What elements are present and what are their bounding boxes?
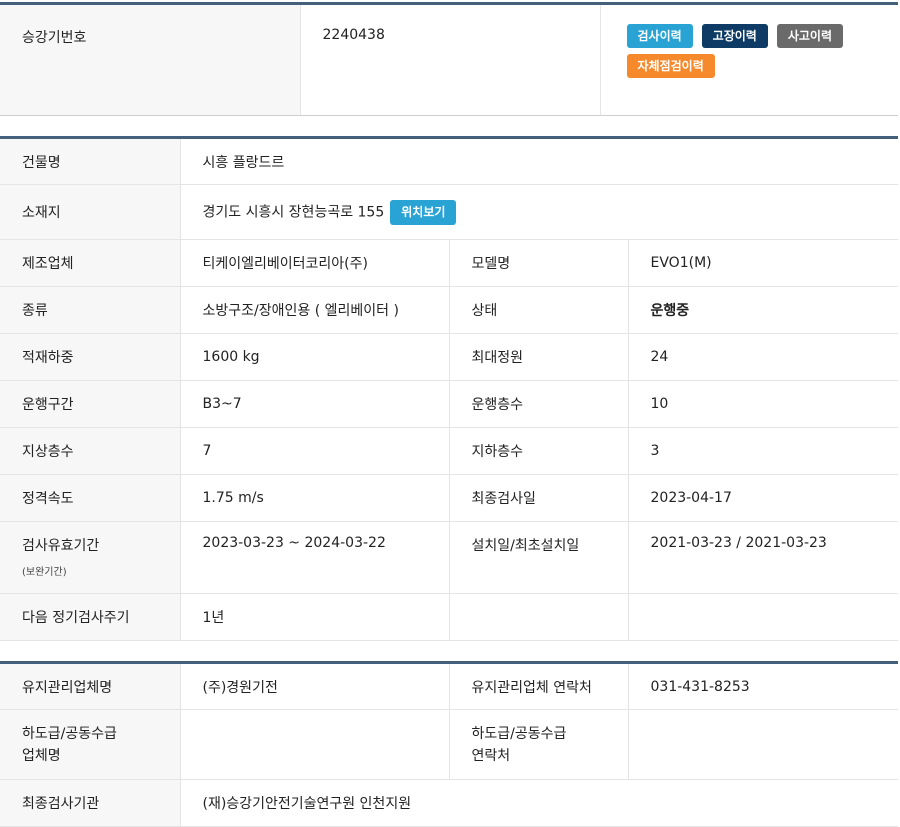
load-capacity-value: 1600 kg bbox=[179, 333, 449, 381]
model-label: 모델명 bbox=[448, 239, 628, 287]
inspection-validity-label: 검사유효기간 (보완기간) bbox=[0, 521, 180, 594]
above-ground-floors-label: 지상층수 bbox=[0, 427, 180, 475]
underground-floors-value: 3 bbox=[627, 427, 899, 475]
subcontractor-contact-label: 하도급/공동수급 연락처 bbox=[448, 709, 628, 780]
load-capacity-label: 적재하중 bbox=[0, 333, 180, 381]
type-label: 종류 bbox=[0, 286, 180, 334]
service-range-value: B3~7 bbox=[179, 380, 449, 428]
maintenance-company-label: 유지관리업체명 bbox=[0, 662, 180, 710]
subcontractor-name-label: 하도급/공동수급 업체명 bbox=[0, 709, 180, 780]
status-label: 상태 bbox=[448, 286, 628, 334]
maintenance-contact-label: 유지관리업체 연락처 bbox=[448, 662, 628, 710]
manufacturer-label: 제조업체 bbox=[0, 239, 180, 287]
supplement-period-note: (보완기간) bbox=[22, 567, 67, 578]
elevator-number-value: 2240438 bbox=[299, 3, 600, 116]
subcontractor-name-label-line1: 하도급/공동수급 bbox=[22, 725, 117, 742]
subcontractor-name-value bbox=[179, 709, 449, 780]
elevator-info-table: 건물명 시흥 플랑드르 소재지 경기도 시흥시 장현능곡로 155 위치보기 제조… bbox=[0, 136, 899, 641]
inspection-agency-label: 최종검사기관 bbox=[0, 779, 180, 827]
max-capacity-label: 최대정원 bbox=[448, 333, 628, 381]
last-inspection-date-label: 최종검사일 bbox=[448, 474, 628, 522]
address-value: 경기도 시흥시 장현능곡로 155 bbox=[202, 204, 385, 220]
empty-value-cell bbox=[627, 593, 899, 641]
subcontractor-contact-label-line2: 연락처 bbox=[471, 747, 511, 764]
elevator-number-table: 승강기번호 2240438 검사이력 고장이력 사고이력자체점검이력 bbox=[0, 2, 898, 116]
elevator-number-label: 승강기번호 bbox=[0, 3, 300, 116]
service-floors-label: 운행층수 bbox=[448, 380, 628, 428]
subcontractor-contact-value bbox=[627, 709, 898, 780]
maintenance-company-value: (주)경원기전 bbox=[179, 662, 449, 710]
empty-label-cell bbox=[448, 593, 628, 641]
inspection-validity-title: 검사유효기간 bbox=[22, 538, 100, 554]
self-check-history-button[interactable]: 자체점검이력 bbox=[626, 54, 715, 78]
status-value: 운행중 bbox=[627, 286, 899, 334]
underground-floors-label: 지하층수 bbox=[448, 427, 628, 475]
subcontractor-contact-label-line1: 하도급/공동수급 bbox=[471, 725, 567, 742]
rated-speed-value: 1.75 m/s bbox=[179, 474, 449, 522]
last-inspection-date-value: 2023-04-17 bbox=[627, 474, 899, 522]
max-capacity-value: 24 bbox=[627, 333, 899, 381]
view-location-button[interactable]: 위치보기 bbox=[390, 199, 457, 225]
manufacturer-value: 티케이엘리베이터코리아(주) bbox=[179, 239, 449, 287]
next-inspection-cycle-label: 다음 정기검사주기 bbox=[0, 593, 180, 641]
accident-history-button[interactable]: 사고이력 bbox=[776, 24, 844, 48]
subcontractor-name-label-line2: 업체명 bbox=[22, 747, 61, 764]
inspection-agency-value: (재)승강기안전기술연구원 인천지원 bbox=[179, 779, 898, 827]
rated-speed-label: 정격속도 bbox=[0, 474, 180, 522]
install-date-value: 2021-03-23 / 2021-03-23 bbox=[627, 521, 899, 594]
history-buttons: 검사이력 고장이력 사고이력자체점검이력 bbox=[599, 3, 898, 116]
above-ground-floors-value: 7 bbox=[179, 427, 449, 475]
type-value: 소방구조/장애인용 ( 엘리베이터 ) bbox=[179, 286, 449, 334]
maintenance-contact-value: 031-431-8253 bbox=[627, 662, 898, 710]
install-date-label: 설치일/최초설치일 bbox=[448, 521, 628, 594]
service-range-label: 운행구간 bbox=[0, 380, 180, 428]
inspection-validity-value: 2023-03-23 ~ 2024-03-22 bbox=[179, 521, 449, 594]
maintenance-info-table: 유지관리업체명 (주)경원기전 유지관리업체 연락처 031-431-8253 … bbox=[0, 661, 898, 827]
address-label: 소재지 bbox=[0, 184, 180, 240]
building-name-value: 시흥 플랑드르 bbox=[179, 137, 899, 185]
model-value: EVO1(M) bbox=[627, 239, 899, 287]
next-inspection-cycle-value: 1년 bbox=[179, 593, 449, 641]
inspection-history-button[interactable]: 검사이력 bbox=[626, 24, 693, 48]
building-name-label: 건물명 bbox=[0, 137, 180, 185]
address-cell: 경기도 시흥시 장현능곡로 155 위치보기 bbox=[179, 184, 899, 240]
service-floors-value: 10 bbox=[627, 380, 899, 428]
failure-history-button[interactable]: 고장이력 bbox=[701, 24, 768, 48]
